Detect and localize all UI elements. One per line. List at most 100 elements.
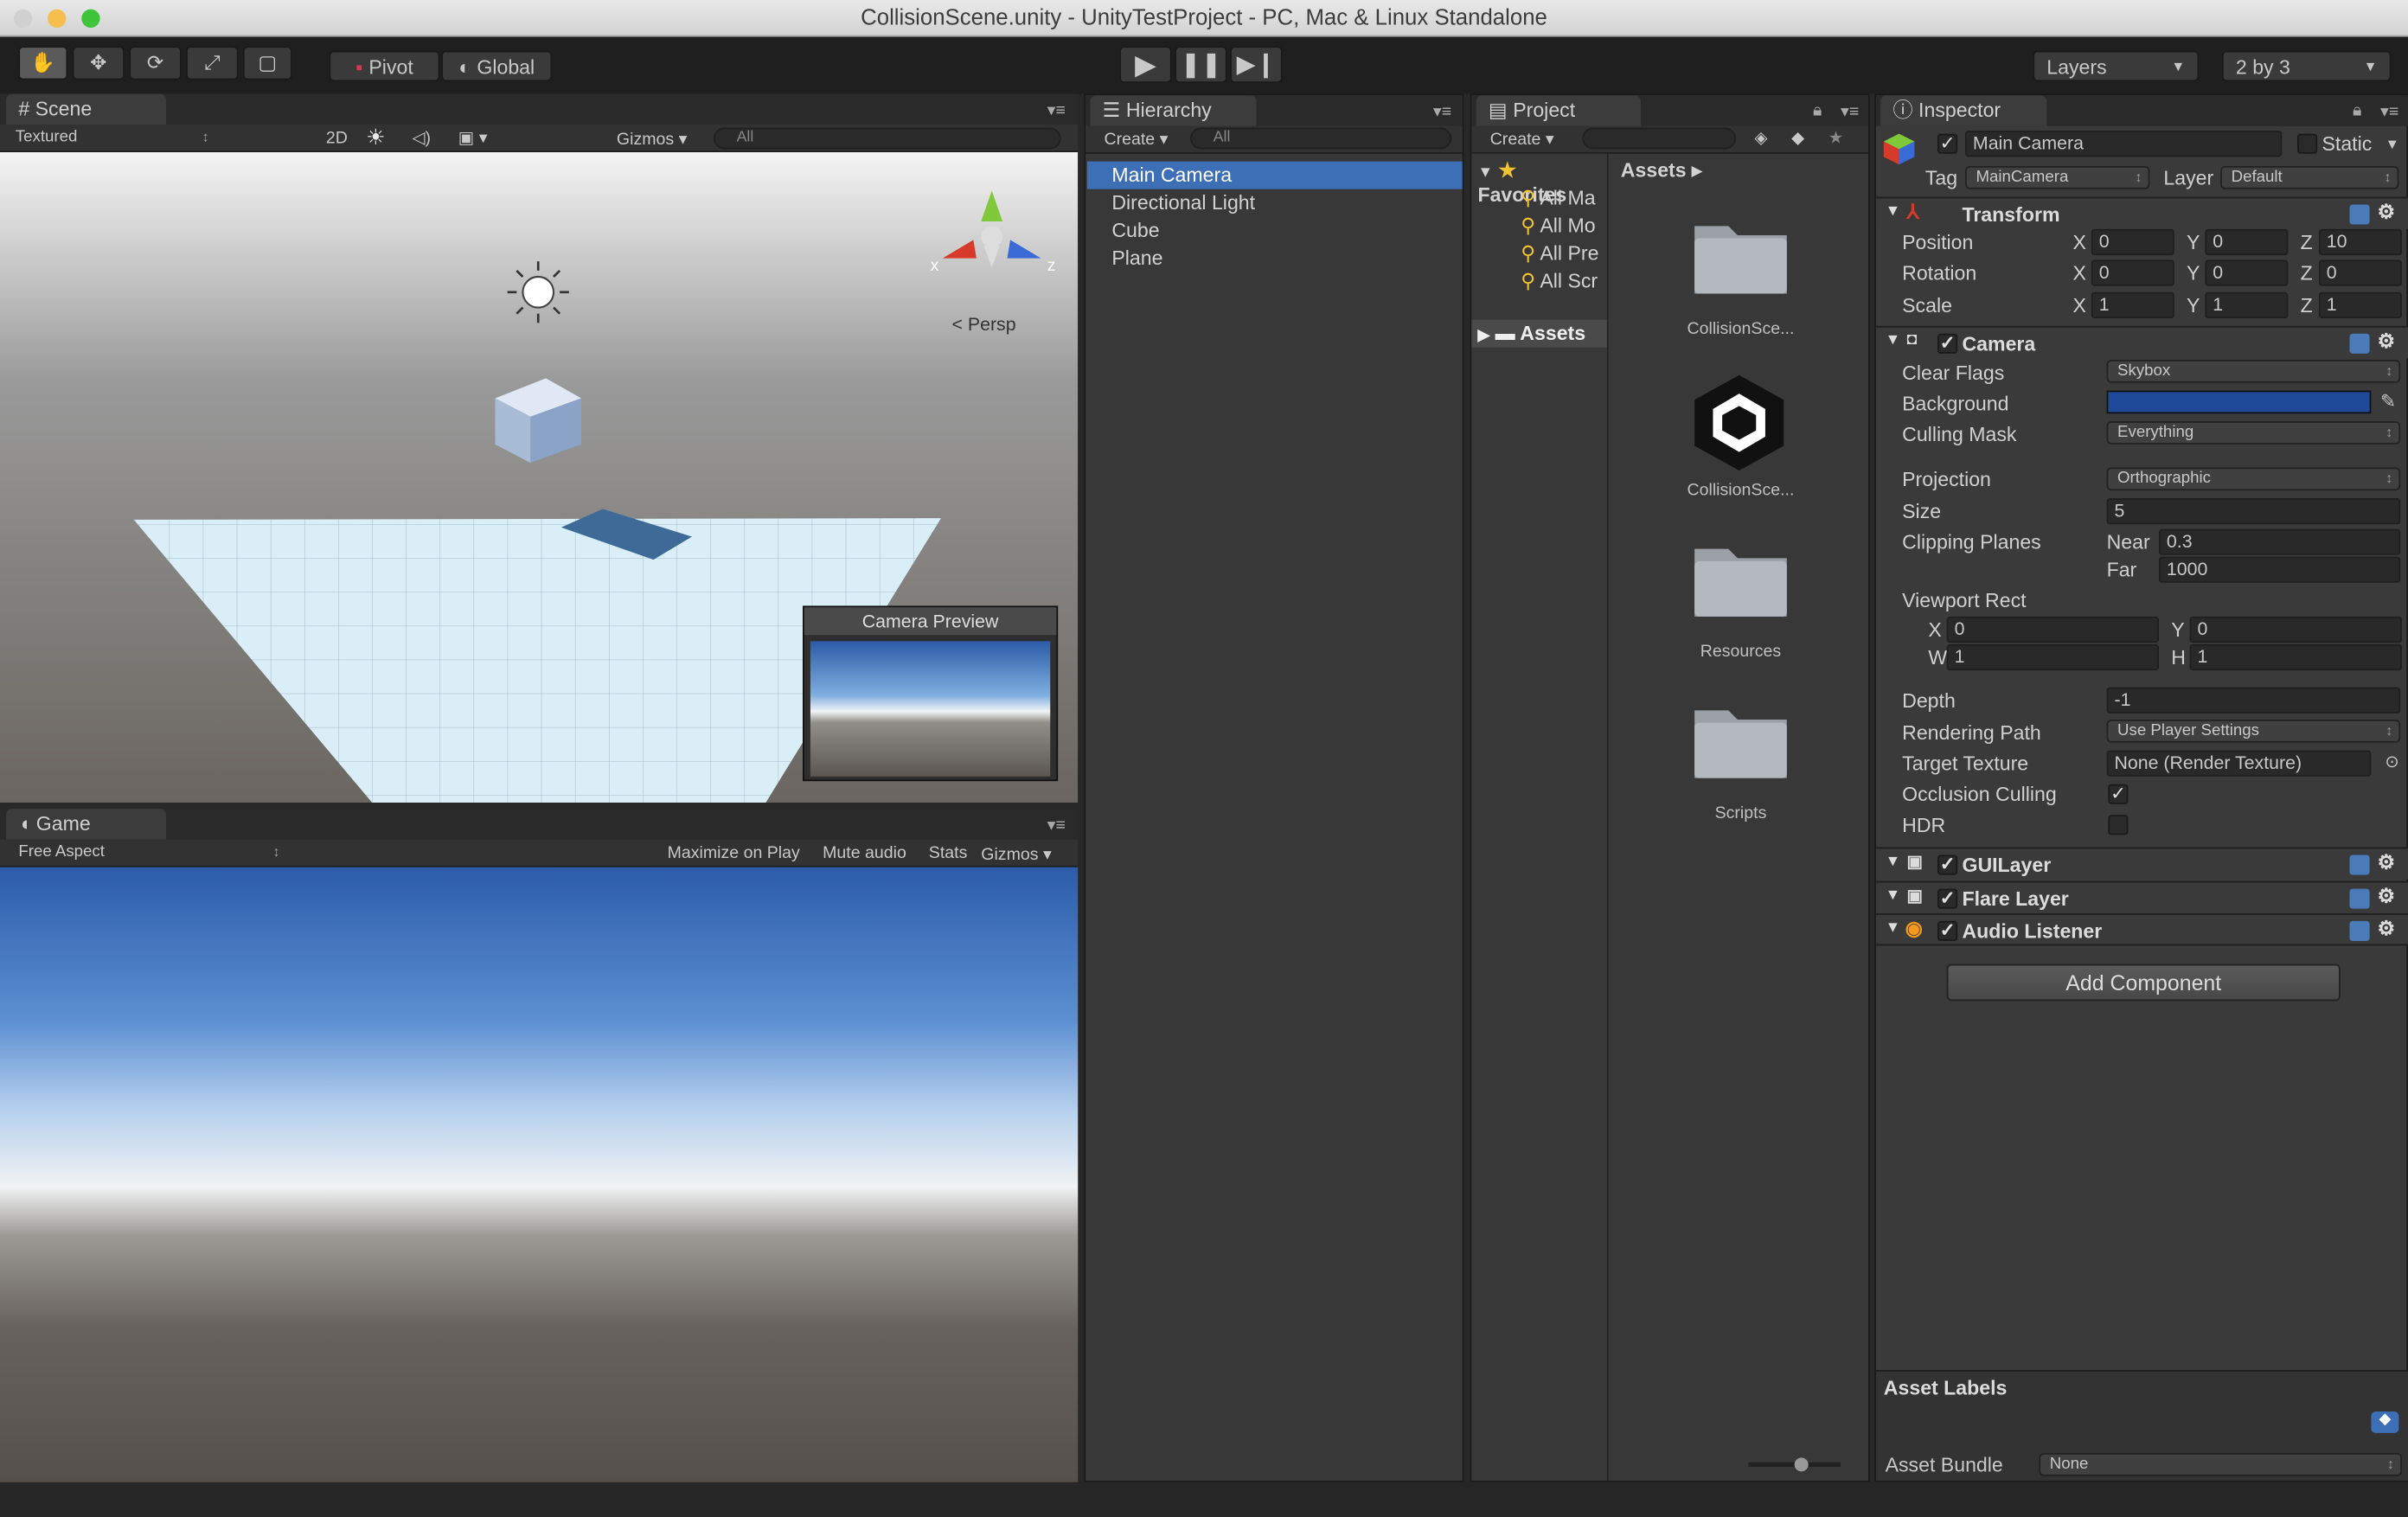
help-book-icon[interactable] bbox=[2349, 333, 2370, 354]
static-checkbox[interactable] bbox=[2297, 133, 2318, 154]
gizmos-toggle[interactable]: Gizmos ▾ bbox=[981, 844, 1052, 864]
scene-search-input[interactable]: All bbox=[713, 127, 1061, 150]
hierarchy-item[interactable]: Cube bbox=[1111, 218, 1159, 241]
layers-dropdown[interactable]: Layers ▼ bbox=[2033, 50, 2200, 82]
viewport-y-field[interactable]: 0 bbox=[2189, 616, 2402, 643]
favorite-item[interactable]: ⚲ All Pre bbox=[1521, 241, 1598, 266]
audio-listener-header[interactable]: ▼ ◉ ✓ Audio Listener ⚙ bbox=[1875, 913, 2408, 946]
help-book-icon[interactable] bbox=[2349, 920, 2370, 942]
culling-mask-dropdown[interactable]: Everything bbox=[2106, 421, 2401, 445]
hierarchy-item[interactable]: Plane bbox=[1111, 246, 1162, 269]
tab-hierarchy[interactable]: ☰ Hierarchy bbox=[1090, 95, 1257, 126]
active-checkbox[interactable]: ✓ bbox=[1937, 134, 1958, 154]
rotation-y-field[interactable]: 0 bbox=[2205, 259, 2289, 286]
rect-tool-button[interactable]: ▢ bbox=[242, 46, 292, 80]
effects-dropdown-icon[interactable]: ▣ ▾ bbox=[458, 128, 488, 147]
scale-z-field[interactable]: 1 bbox=[2318, 291, 2402, 319]
layout-dropdown[interactable]: 2 by 3 ▼ bbox=[2221, 50, 2392, 82]
gear-icon[interactable]: ⚙ bbox=[2377, 850, 2395, 874]
search-by-type-icon[interactable]: ◈ bbox=[1754, 128, 1767, 147]
background-color-swatch[interactable] bbox=[2106, 390, 2372, 414]
assets-root-node[interactable]: ▶ ▬ Assets bbox=[1477, 322, 1585, 345]
near-clip-field[interactable]: 0.3 bbox=[2159, 528, 2401, 555]
panel-menu-icon[interactable]: ▾≡ bbox=[1433, 101, 1451, 121]
target-texture-field[interactable]: None (Render Texture) bbox=[2106, 750, 2372, 777]
project-search-input[interactable] bbox=[1582, 127, 1737, 150]
star-icon[interactable]: ★ bbox=[1828, 128, 1844, 147]
position-z-field[interactable]: 10 bbox=[2318, 228, 2402, 256]
camera-enabled-checkbox[interactable]: ✓ bbox=[1937, 334, 1958, 354]
persp-label[interactable]: < Persp bbox=[951, 314, 1015, 336]
position-y-field[interactable]: 0 bbox=[2205, 228, 2289, 256]
hdr-checkbox[interactable] bbox=[2108, 815, 2129, 835]
favorite-item[interactable]: ⚲ All Ma bbox=[1521, 186, 1595, 210]
lighting-toggle-icon[interactable]: ☀ bbox=[366, 125, 385, 150]
object-picker-icon[interactable]: ⊙ bbox=[2385, 752, 2398, 771]
move-tool-button[interactable]: ✥ bbox=[72, 46, 125, 80]
viewport-w-field[interactable]: 1 bbox=[1946, 643, 2160, 671]
panel-menu-icon[interactable]: ▾≡ bbox=[1841, 101, 1859, 121]
flare-layer-header[interactable]: ▼ ▣ ✓ Flare Layer ⚙ bbox=[1875, 880, 2408, 914]
eyedropper-icon[interactable]: ✎ bbox=[2380, 391, 2396, 413]
asset-bundle-dropdown[interactable]: None bbox=[2039, 1453, 2402, 1476]
audio-listener-enabled-checkbox[interactable]: ✓ bbox=[1937, 921, 1958, 942]
asset-folder-icon[interactable] bbox=[1692, 701, 1790, 789]
breadcrumb[interactable]: Assets ▸ bbox=[1621, 158, 1702, 182]
hierarchy-item[interactable]: Directional Light bbox=[1111, 190, 1255, 214]
pause-button[interactable]: ❚❚ bbox=[1175, 46, 1227, 84]
favorite-item[interactable]: ⚲ All Mo bbox=[1521, 214, 1595, 238]
viewport-h-field[interactable]: 1 bbox=[2189, 643, 2402, 671]
tab-scene[interactable]: # Scene bbox=[6, 93, 167, 125]
occlusion-culling-checkbox[interactable]: ✓ bbox=[2108, 784, 2129, 804]
rotate-tool-button[interactable]: ⟳ bbox=[129, 46, 182, 80]
hierarchy-search-input[interactable]: All bbox=[1190, 127, 1452, 150]
asset-folder-icon[interactable] bbox=[1692, 217, 1790, 304]
camera-header[interactable]: ▼ ◘ ✓ Camera ⚙ bbox=[1875, 325, 2408, 359]
minimize-window-button[interactable] bbox=[48, 9, 67, 29]
aspect-dropdown[interactable]: Free Aspect bbox=[10, 842, 286, 866]
icon-size-slider[interactable] bbox=[1748, 1457, 1841, 1472]
2d-toggle[interactable]: 2D bbox=[326, 129, 348, 147]
global-toggle[interactable]: ◐ Global bbox=[441, 50, 553, 82]
play-button[interactable]: ▶ bbox=[1119, 46, 1172, 84]
panel-menu-icon[interactable]: ▾≡ bbox=[1047, 815, 1066, 835]
game-view[interactable] bbox=[0, 867, 1079, 1482]
help-book-icon[interactable] bbox=[2349, 888, 2370, 909]
hierarchy-item[interactable]: Main Camera bbox=[1111, 163, 1232, 186]
position-x-field[interactable]: 0 bbox=[2091, 228, 2174, 256]
tag-dropdown[interactable]: MainCamera bbox=[1965, 166, 2150, 189]
tab-project[interactable]: ▤ Project bbox=[1476, 95, 1641, 126]
scale-x-field[interactable]: 1 bbox=[2091, 291, 2174, 319]
project-create-dropdown[interactable]: Create ▾ bbox=[1490, 129, 1554, 149]
guilayer-enabled-checkbox[interactable]: ✓ bbox=[1937, 855, 1958, 875]
step-button[interactable]: ▶❙ bbox=[1230, 46, 1283, 84]
scale-tool-button[interactable]: ⤢ bbox=[186, 46, 239, 80]
rendering-path-dropdown[interactable]: Use Player Settings bbox=[2106, 720, 2401, 743]
clear-flags-dropdown[interactable]: Skybox bbox=[2106, 360, 2401, 383]
mute-audio-toggle[interactable]: Mute audio bbox=[823, 844, 906, 862]
asset-folder-icon[interactable] bbox=[1692, 540, 1790, 627]
slider-thumb[interactable] bbox=[1794, 1457, 1809, 1472]
panel-menu-icon[interactable]: ▾≡ bbox=[2380, 101, 2398, 121]
panel-menu-icon[interactable]: ▾≡ bbox=[1047, 100, 1066, 119]
far-clip-field[interactable]: 1000 bbox=[2159, 556, 2401, 583]
label-tag-icon[interactable]: ◆ bbox=[2371, 1411, 2399, 1433]
unity-scene-icon[interactable] bbox=[1688, 372, 1790, 481]
scene-viewport[interactable]: x z < Persp Camera Preview bbox=[0, 152, 1079, 803]
zoom-window-button[interactable] bbox=[81, 9, 100, 29]
flare-layer-enabled-checkbox[interactable]: ✓ bbox=[1937, 889, 1958, 909]
hierarchy-create-dropdown[interactable]: Create ▾ bbox=[1104, 129, 1168, 149]
hand-tool-button[interactable]: ✋ bbox=[18, 46, 68, 80]
audio-toggle-icon[interactable]: ◁) bbox=[412, 128, 431, 147]
tab-game[interactable]: ◖ Game bbox=[6, 809, 167, 840]
size-field[interactable]: 5 bbox=[2106, 498, 2401, 525]
render-mode-dropdown[interactable]: Textured bbox=[6, 128, 215, 151]
label-tag-icon[interactable]: ◆ bbox=[1791, 128, 1804, 147]
add-component-button[interactable]: Add Component bbox=[1946, 963, 2341, 1002]
stats-toggle[interactable]: Stats bbox=[929, 844, 968, 862]
static-dropdown-icon[interactable]: ▾ bbox=[2388, 134, 2397, 153]
pivot-toggle[interactable]: ▪ Pivot bbox=[329, 50, 440, 82]
layer-dropdown[interactable]: Default bbox=[2220, 166, 2399, 189]
lock-icon[interactable]: 🔒︎ bbox=[1813, 101, 1822, 121]
transform-header[interactable]: ▼ ⅄ Transform ⚙ bbox=[1875, 196, 2408, 229]
